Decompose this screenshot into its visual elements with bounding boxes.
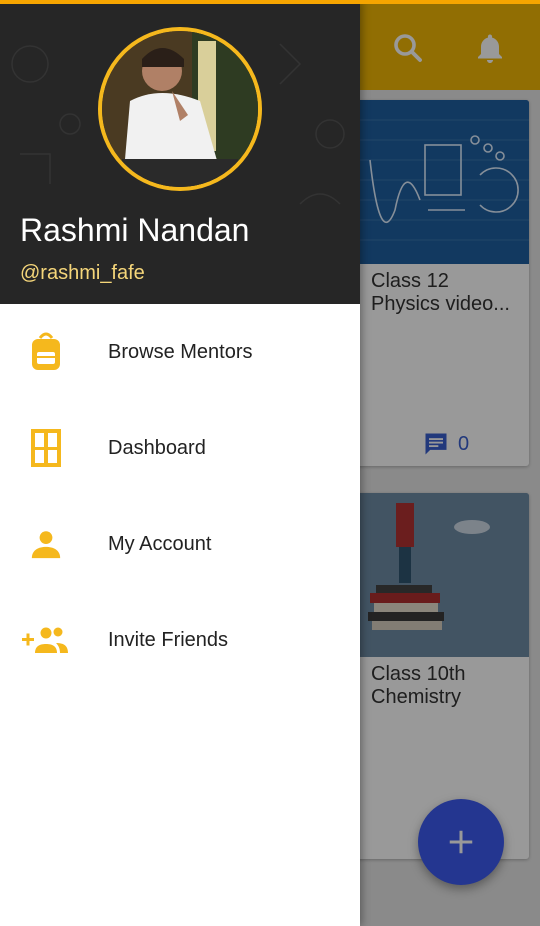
menu-item-dashboard[interactable]: Dashboard bbox=[0, 400, 360, 496]
user-handle: @rashmi_fafe bbox=[20, 262, 145, 284]
drawer-header: Rashmi Nandan @rashmi_fafe bbox=[0, 4, 360, 304]
menu-item-label: Invite Friends bbox=[108, 629, 229, 651]
status-accent-bar bbox=[0, 0, 540, 4]
menu-item-browse-mentors[interactable]: Browse Mentors bbox=[0, 304, 360, 400]
menu-item-label: My Account bbox=[108, 533, 212, 555]
avatar[interactable] bbox=[98, 27, 262, 191]
person-icon bbox=[22, 520, 70, 568]
dashboard-grid-icon bbox=[22, 424, 70, 472]
menu-item-label: Browse Mentors bbox=[108, 341, 253, 363]
menu-item-invite-friends[interactable]: Invite Friends bbox=[0, 592, 360, 688]
navigation-drawer: Rashmi Nandan @rashmi_fafe Browse Mentor… bbox=[0, 0, 360, 926]
menu-item-label: Dashboard bbox=[108, 437, 206, 459]
menu-item-my-account[interactable]: My Account bbox=[0, 496, 360, 592]
drawer-menu: Browse Mentors Dashboard My Account Invi… bbox=[0, 304, 360, 688]
user-name: Rashmi Nandan bbox=[20, 212, 250, 248]
backpack-icon bbox=[22, 328, 70, 376]
add-people-icon bbox=[22, 616, 70, 664]
profile-photo bbox=[102, 31, 258, 187]
